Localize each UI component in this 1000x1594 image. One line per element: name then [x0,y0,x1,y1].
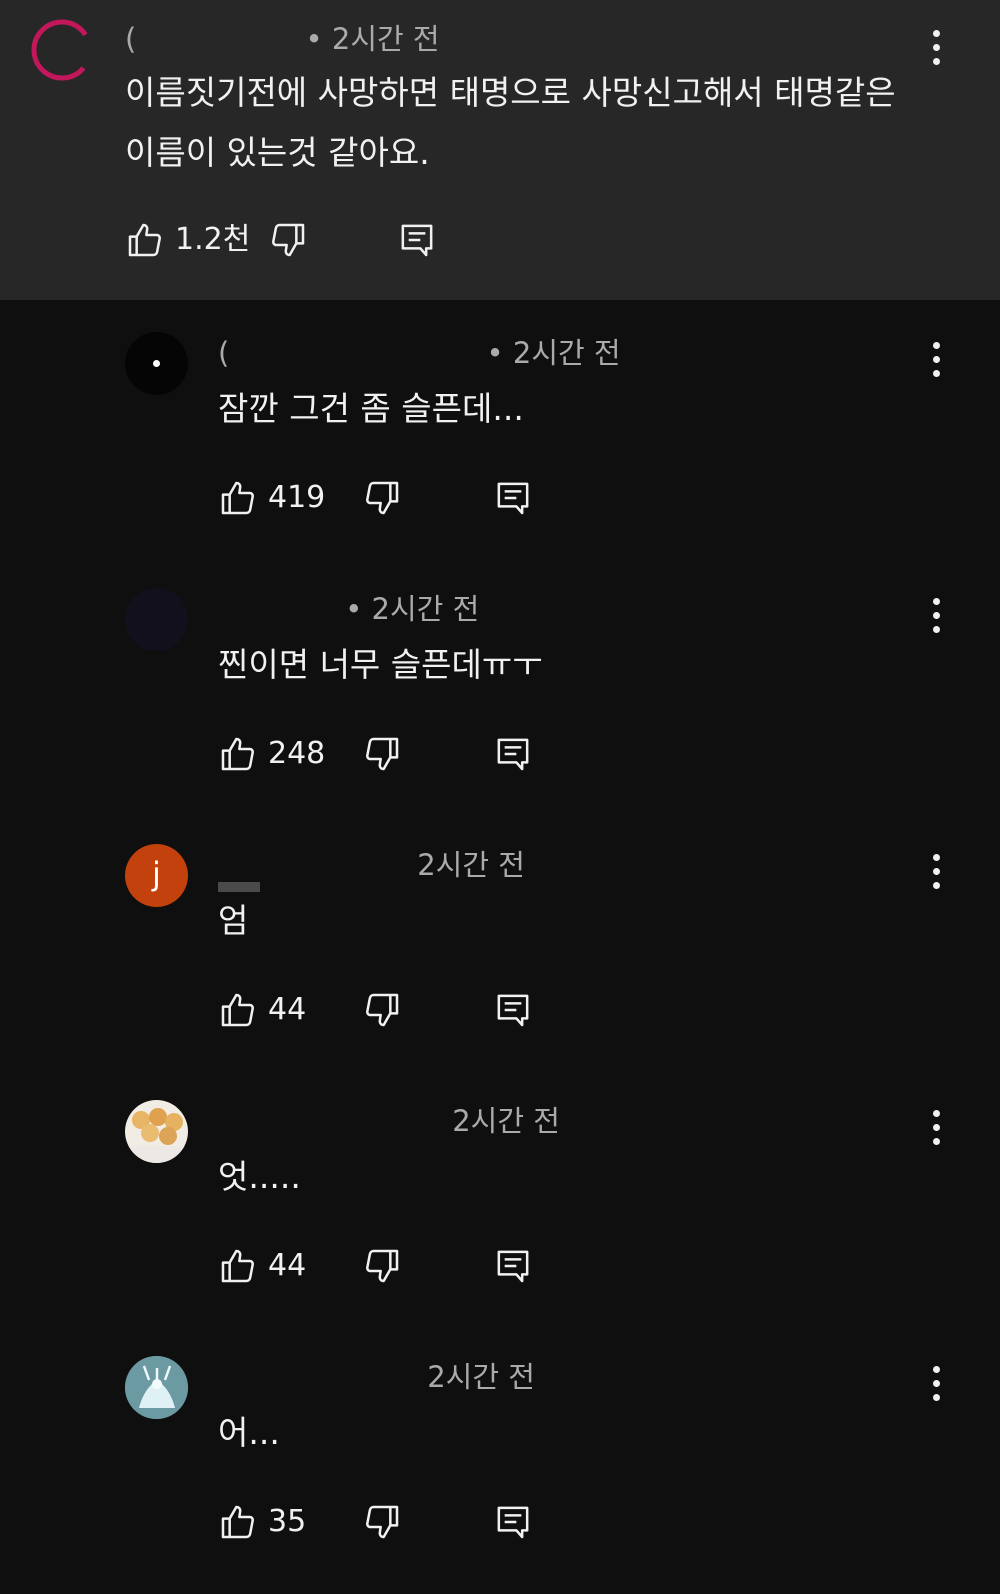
author-name[interactable]: ( [125,22,136,56]
thumb-up-icon [221,1505,254,1539]
reply-button[interactable] [493,1500,533,1544]
thumb-up-icon [221,481,254,515]
like-button[interactable]: 44 [218,988,306,1032]
dislike-button[interactable] [362,732,402,776]
reply-comment: • 2시간 전 찐이면 너무 슬픈데ㅠㅜ 248 [0,572,1000,812]
author-name[interactable]: ( [218,336,229,370]
comment-actions: 44 [218,1244,558,1288]
avatar[interactable] [125,332,188,395]
thumb-down-icon [366,1249,399,1283]
reply-icon [497,738,529,771]
more-options-button[interactable] [925,1362,949,1406]
comment-meta: ( • 2시간 전 [218,336,621,370]
comment-actions: 35 [218,1500,558,1544]
comment-text: 찐이면 너무 슬픈데ㅠㅜ [218,645,543,684]
thumb-down-icon [272,223,305,257]
comment-actions: 248 [218,732,558,776]
thumb-up-icon [128,223,161,257]
more-options-button[interactable] [925,850,949,894]
like-button[interactable]: 419 [218,476,325,520]
avatar-ring-icon [31,19,93,81]
avatar-image-icon [125,1108,188,1163]
comment-time: 2시간 전 [417,848,525,882]
dislike-button[interactable] [362,988,402,1032]
reply-icon [497,1250,529,1283]
reply-button[interactable] [493,1244,533,1288]
avatar[interactable] [125,1100,188,1163]
comment-meta: 2시간 전 [218,848,525,882]
avatar[interactable] [30,18,94,82]
avatar-image-icon [125,1356,188,1419]
avatar-letter: j [152,855,161,893]
dislike-button[interactable] [362,1244,402,1288]
more-options-button[interactable] [925,1106,949,1150]
avatar[interactable] [125,1356,188,1419]
comment-time: 2시간 전 [427,1360,535,1394]
thumb-down-icon [366,993,399,1027]
like-button[interactable]: 248 [218,732,325,776]
dislike-button[interactable] [268,218,308,262]
thumb-up-icon [221,993,254,1027]
reply-comment: 2시간 전 엇..... 44 [0,1084,1000,1324]
like-count: 35 [268,1504,307,1539]
avatar[interactable] [125,588,188,651]
reply-comment: ( • 2시간 전 잠깐 그건 좀 슬픈데... 419 [0,316,1000,556]
like-count: 44 [268,1248,307,1283]
more-options-button[interactable] [925,338,949,382]
comment-actions: 44 [218,988,558,1032]
comment-text: 어... [218,1413,280,1452]
thumb-down-icon [366,737,399,771]
reply-icon [497,482,529,515]
highlighted-comment: ( • 2시간 전 이름짓기전에 사망하면 태명으로 사망신고해서 태명같은 이… [0,0,1000,300]
reply-button[interactable] [493,988,533,1032]
comment-text: 엇..... [218,1157,301,1196]
comment-time: • 2시간 전 [486,336,621,370]
comment-time: • 2시간 전 [345,592,480,626]
like-button[interactable]: 1.2천 [125,218,250,262]
thumb-down-icon [366,481,399,515]
more-options-button[interactable] [925,26,949,70]
comment-actions: 1.2천 [125,218,525,262]
reply-button[interactable] [493,732,533,776]
comment-meta: 2시간 전 [218,1104,560,1138]
reply-comment: 2시간 전 어... 35 [0,1340,1000,1580]
dislike-button[interactable] [362,1500,402,1544]
reply-icon [497,1506,529,1539]
like-count: 1.2천 [175,222,251,257]
thumb-up-icon [221,737,254,771]
reply-button[interactable] [397,218,437,262]
like-button[interactable]: 35 [218,1500,306,1544]
avatar[interactable]: j [125,844,188,907]
thumb-up-icon [221,1249,254,1283]
comment-text: 엄 [218,901,249,940]
reply-button[interactable] [493,476,533,520]
comment-time: 2시간 전 [452,1104,560,1138]
like-count: 419 [268,480,326,515]
comment-text: 잠깐 그건 좀 슬픈데... [218,389,524,428]
reply-comment: j 2시간 전 엄 44 [0,828,1000,1068]
comment-meta: • 2시간 전 [218,592,479,626]
comment-actions: 419 [218,476,558,520]
comment-text: 이름짓기전에 사망하면 태명으로 사망신고해서 태명같은 이름이 있는것 같아요… [125,73,907,172]
reply-icon [401,224,433,257]
like-count: 44 [268,992,307,1027]
dislike-button[interactable] [362,476,402,520]
more-options-button[interactable] [925,594,949,638]
reply-icon [497,994,529,1027]
comment-time: • 2시간 전 [305,22,440,56]
thumb-down-icon [366,1505,399,1539]
like-count: 248 [268,736,326,771]
comment-meta: ( • 2시간 전 [125,22,440,56]
comment-meta: 2시간 전 [218,1360,535,1394]
like-button[interactable]: 44 [218,1244,306,1288]
